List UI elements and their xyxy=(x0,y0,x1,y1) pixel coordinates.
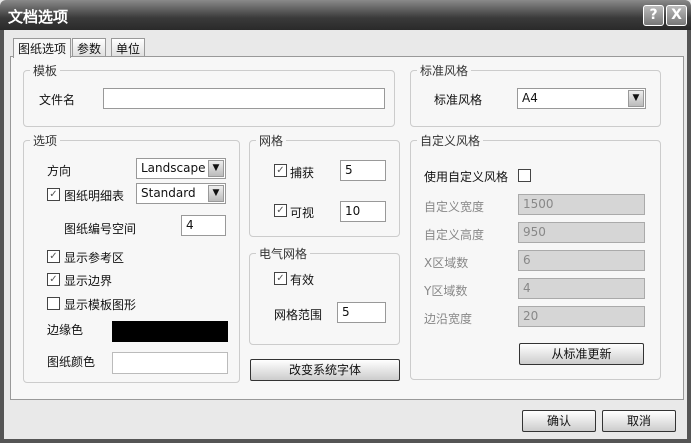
file-name-label: 文件名 xyxy=(39,93,76,107)
custom-height-label: 自定义高度 xyxy=(424,228,485,242)
cancel-button[interactable]: 取消 xyxy=(602,410,676,432)
margin-width-label: 边沿宽度 xyxy=(424,312,473,326)
window-title: 文档选项 xyxy=(8,8,69,26)
snap-input[interactable]: 5 xyxy=(340,160,386,181)
border-label: 显示边界 xyxy=(64,274,113,288)
grid-range-input[interactable]: 5 xyxy=(337,302,386,323)
enable-label: 有效 xyxy=(290,273,315,287)
x-zones-input[interactable]: 6 xyxy=(518,250,645,271)
group-label: 标准风格 xyxy=(417,62,472,79)
template-graphics-label: 显示模板图形 xyxy=(64,298,137,312)
title-block-label: 图纸明细表 xyxy=(64,189,125,203)
chevron-down-icon: ▼ xyxy=(208,185,224,202)
use-custom-style-checkbox[interactable] xyxy=(518,169,531,182)
options-group: 选项 方向 Landscape ▼ ✓ 图纸明细表 Standard ▼ 图纸编号空… xyxy=(23,132,240,383)
group-label: 自定义风格 xyxy=(417,132,484,149)
group-label: 电气网格 xyxy=(256,245,311,262)
group-label: 选项 xyxy=(30,132,61,149)
tab-units[interactable]: 单位 xyxy=(111,38,146,57)
update-from-standard-button[interactable]: 从标准更新 xyxy=(519,343,644,365)
tab-sheet-options[interactable]: 图纸选项 xyxy=(13,38,72,58)
standard-style-group: 标准风格 标准风格 A4 ▼ xyxy=(410,62,661,127)
electrical-grid-group: 电气网格 ✓ 有效 网格范围 5 xyxy=(249,245,400,345)
visible-checkbox[interactable]: ✓ xyxy=(274,204,287,217)
y-zones-label: Y区域数 xyxy=(424,284,468,298)
use-custom-style-label: 使用自定义风格 xyxy=(424,170,509,184)
template-group: 模板 文件名 xyxy=(23,62,395,127)
snap-label: 捕获 xyxy=(290,166,315,180)
standard-style-select[interactable]: A4 ▼ xyxy=(517,88,646,109)
orientation-select[interactable]: Landscape ▼ xyxy=(136,158,226,179)
grid-range-label: 网格范围 xyxy=(274,308,323,322)
visible-label: 可视 xyxy=(290,206,315,220)
template-graphics-checkbox[interactable] xyxy=(47,297,60,310)
title-block-select[interactable]: Standard ▼ xyxy=(136,183,226,204)
custom-style-group: 自定义风格 使用自定义风格 自定义宽度 1500 自定义高度 950 X区域数 … xyxy=(410,132,661,380)
orientation-label: 方向 xyxy=(47,164,72,178)
snap-checkbox[interactable]: ✓ xyxy=(274,164,287,177)
reference-zones-label: 显示参考区 xyxy=(64,251,125,265)
sheet-color-label: 图纸颜色 xyxy=(47,355,96,369)
enable-checkbox[interactable]: ✓ xyxy=(274,272,287,285)
selected-value: A4 xyxy=(522,91,538,105)
tab-parameters[interactable]: 参数 xyxy=(72,38,107,57)
title-block-checkbox[interactable]: ✓ xyxy=(47,188,60,201)
sheet-color-swatch[interactable] xyxy=(112,352,228,374)
selected-value: Landscape xyxy=(141,161,206,175)
border-color-label: 边缘色 xyxy=(47,323,84,337)
chevron-down-icon: ▼ xyxy=(628,90,644,107)
help-button[interactable]: ? xyxy=(643,5,664,26)
sheet-number-space-input[interactable]: 4 xyxy=(181,215,226,236)
group-label: 网格 xyxy=(256,132,287,149)
visible-input[interactable]: 10 xyxy=(340,201,386,222)
change-system-font-button[interactable]: 改变系统字体 xyxy=(250,359,400,381)
ok-button[interactable]: 确认 xyxy=(522,410,596,432)
close-button[interactable]: X xyxy=(666,5,687,26)
standard-style-label: 标准风格 xyxy=(434,93,483,107)
border-checkbox[interactable]: ✓ xyxy=(47,273,60,286)
grid-group: 网格 ✓ 捕获 5 ✓ 可视 10 xyxy=(249,132,400,237)
title-bar: 文档选项 ? X xyxy=(0,0,691,30)
border-color-swatch[interactable] xyxy=(112,321,228,342)
margin-width-input[interactable]: 20 xyxy=(518,306,645,327)
y-zones-input[interactable]: 4 xyxy=(518,278,645,299)
selected-value: Standard xyxy=(141,186,196,200)
file-name-input[interactable] xyxy=(103,88,385,109)
custom-width-input[interactable]: 1500 xyxy=(518,194,645,215)
chevron-down-icon: ▼ xyxy=(208,160,224,177)
custom-width-label: 自定义宽度 xyxy=(424,200,485,214)
custom-height-input[interactable]: 950 xyxy=(518,222,645,243)
group-label: 模板 xyxy=(30,62,61,79)
reference-zones-checkbox[interactable]: ✓ xyxy=(47,250,60,263)
x-zones-label: X区域数 xyxy=(424,256,469,270)
sheet-number-space-label: 图纸编号空间 xyxy=(64,222,137,236)
